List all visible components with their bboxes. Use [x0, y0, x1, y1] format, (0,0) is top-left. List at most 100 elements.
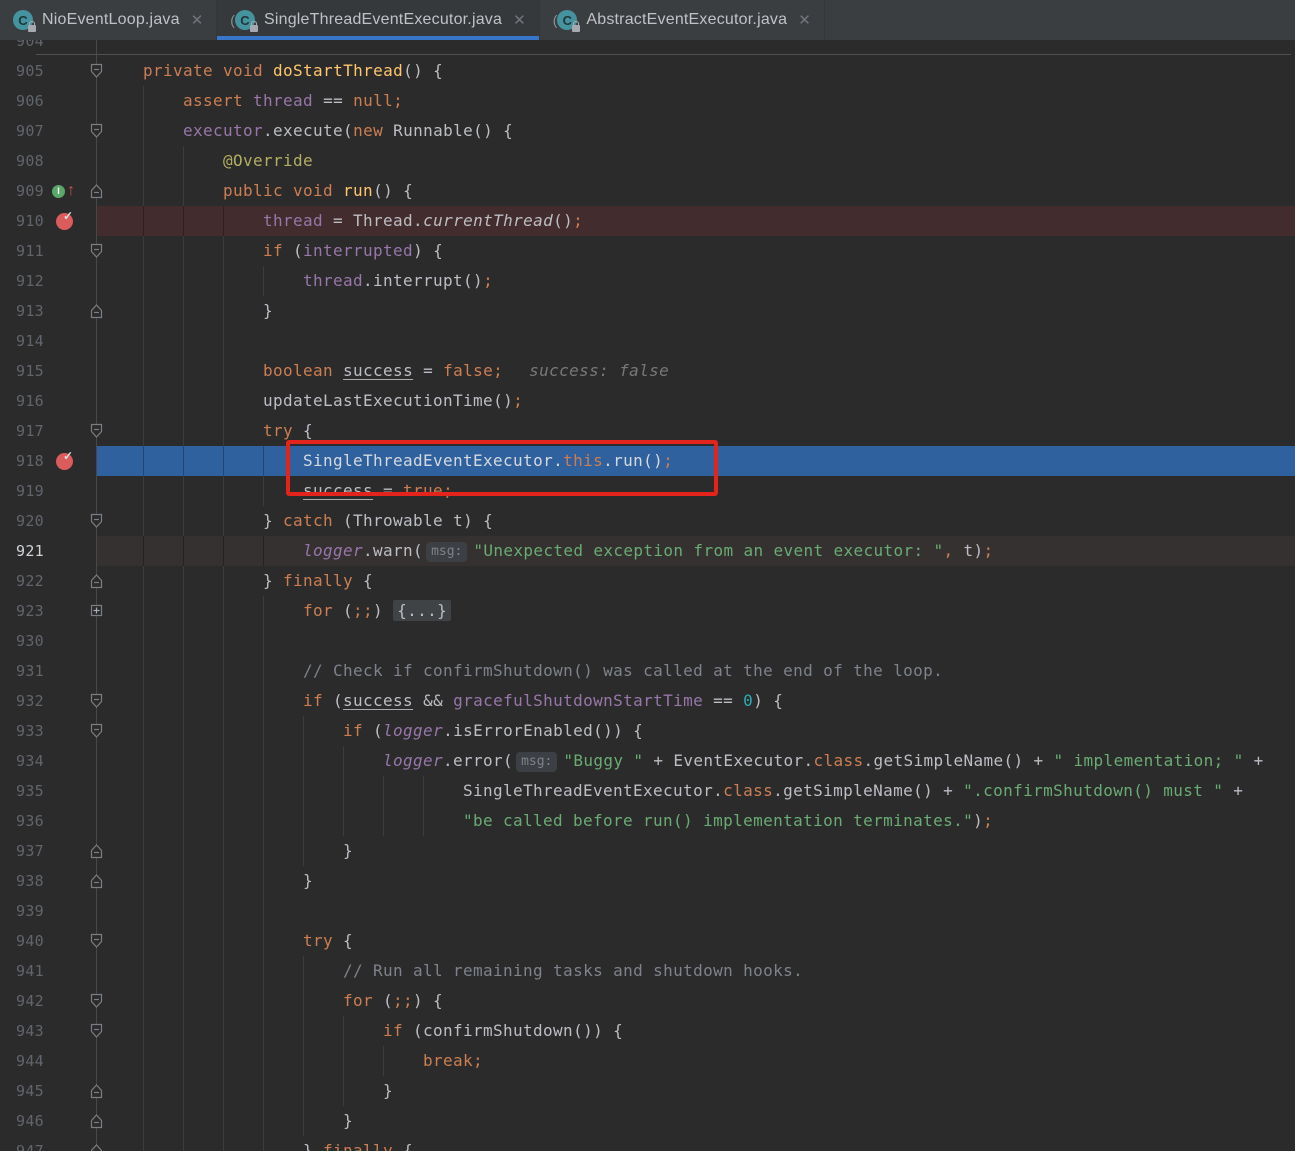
- code-line-933[interactable]: 933if (logger.isErrorEnabled()) {: [0, 716, 1295, 746]
- fold-marker-down-icon[interactable]: [89, 933, 104, 949]
- code-line-943[interactable]: 943if (confirmShutdown()) {: [0, 1016, 1295, 1046]
- code-line-913[interactable]: 913}: [0, 296, 1295, 326]
- line-number[interactable]: 940: [0, 926, 44, 956]
- line-number[interactable]: 905: [0, 56, 44, 86]
- tab-nioeventloop-java[interactable]: CNioEventLoop.java✕: [0, 0, 217, 40]
- fold-marker-down-icon[interactable]: [89, 243, 104, 259]
- line-number[interactable]: 906: [0, 86, 44, 116]
- code-line-930[interactable]: 930: [0, 626, 1295, 656]
- line-number[interactable]: 932: [0, 686, 44, 716]
- line-number[interactable]: 907: [0, 116, 44, 146]
- line-number[interactable]: 936: [0, 806, 44, 836]
- code-line-914[interactable]: 914: [0, 326, 1295, 356]
- code-line-911[interactable]: 911if (interrupted) {: [0, 236, 1295, 266]
- line-number[interactable]: 908: [0, 146, 44, 176]
- overrides-arrow-icon[interactable]: ↑: [67, 179, 75, 203]
- fold-marker-down-icon[interactable]: [89, 693, 104, 709]
- code-line-944[interactable]: 944break;: [0, 1046, 1295, 1076]
- line-number[interactable]: 933: [0, 716, 44, 746]
- code-line-916[interactable]: 916updateLastExecutionTime();: [0, 386, 1295, 416]
- line-number[interactable]: 915: [0, 356, 44, 386]
- line-number[interactable]: 938: [0, 866, 44, 896]
- folded-code-placeholder[interactable]: {...}: [393, 600, 451, 621]
- implementing-method-icon[interactable]: I: [52, 185, 65, 198]
- code-line-946[interactable]: 946}: [0, 1106, 1295, 1136]
- line-number[interactable]: 909: [0, 176, 44, 206]
- code-line-905[interactable]: 905private void doStartThread() {: [0, 56, 1295, 86]
- tab-close-icon[interactable]: ✕: [510, 11, 529, 29]
- code-line-907[interactable]: 907executor.execute(new Runnable() {: [0, 116, 1295, 146]
- code-line-932[interactable]: 932if (success && gracefulShutdownStartT…: [0, 686, 1295, 716]
- code-line-906[interactable]: 906assert thread == null;: [0, 86, 1295, 116]
- line-number[interactable]: 946: [0, 1106, 44, 1136]
- fold-marker-up-icon[interactable]: [89, 843, 104, 859]
- fold-marker-down-icon[interactable]: [89, 993, 104, 1009]
- line-number[interactable]: 930: [0, 626, 44, 656]
- code-line-909[interactable]: 909I↑public void run() {: [0, 176, 1295, 206]
- code-line-935[interactable]: 935SingleThreadEventExecutor.class.getSi…: [0, 776, 1295, 806]
- fold-marker-down-icon[interactable]: [89, 123, 104, 139]
- line-number[interactable]: 913: [0, 296, 44, 326]
- tab-close-icon[interactable]: ✕: [795, 11, 814, 29]
- line-number[interactable]: 939: [0, 896, 44, 926]
- fold-marker-up-icon[interactable]: [89, 1113, 104, 1129]
- code-line-936[interactable]: 936"be called before run() implementatio…: [0, 806, 1295, 836]
- line-number[interactable]: 923: [0, 596, 44, 626]
- code-line-945[interactable]: 945}: [0, 1076, 1295, 1106]
- fold-marker-up-icon[interactable]: [89, 573, 104, 589]
- code-line-941[interactable]: 941// Run all remaining tasks and shutdo…: [0, 956, 1295, 986]
- code-line-940[interactable]: 940try {: [0, 926, 1295, 956]
- line-number[interactable]: 921: [0, 536, 44, 566]
- fold-marker-up-icon[interactable]: [89, 873, 104, 889]
- line-number[interactable]: 941: [0, 956, 44, 986]
- code-line-934[interactable]: 934logger.error(msg:"Buggy " + EventExec…: [0, 746, 1295, 776]
- line-number[interactable]: 912: [0, 266, 44, 296]
- code-line-937[interactable]: 937}: [0, 836, 1295, 866]
- fold-marker-up-icon[interactable]: [89, 303, 104, 319]
- line-number[interactable]: 911: [0, 236, 44, 266]
- fold-marker-up-icon[interactable]: [89, 1083, 104, 1099]
- fold-marker-down-icon[interactable]: [89, 1023, 104, 1039]
- line-number[interactable]: 918: [0, 446, 44, 476]
- code-line-920[interactable]: 920} catch (Throwable t) {: [0, 506, 1295, 536]
- tab-abstracteventexecutor-java[interactable]: (CAbstractEventExecutor.java✕: [540, 0, 825, 40]
- line-number[interactable]: 943: [0, 1016, 44, 1046]
- line-number[interactable]: 914: [0, 326, 44, 356]
- code-line-921[interactable]: 921logger.warn(msg:"Unexpected exception…: [0, 536, 1295, 566]
- fold-marker-up-icon[interactable]: [89, 183, 104, 199]
- line-number[interactable]: 944: [0, 1046, 44, 1076]
- code-line-912[interactable]: 912thread.interrupt();: [0, 266, 1295, 296]
- code-line-915[interactable]: 915boolean success = false;success: fals…: [0, 356, 1295, 386]
- line-number[interactable]: 937: [0, 836, 44, 866]
- line-number[interactable]: 934: [0, 746, 44, 776]
- code-line-923[interactable]: 923for (;;) {...}: [0, 596, 1295, 626]
- tab-close-icon[interactable]: ✕: [188, 11, 207, 29]
- code-line-947[interactable]: 947} finally {: [0, 1136, 1295, 1151]
- code-line-908[interactable]: 908@Override: [0, 146, 1295, 176]
- code-editor[interactable]: 904905private void doStartThread() {906a…: [0, 0, 1295, 1151]
- fold-marker-down-icon[interactable]: [89, 513, 104, 529]
- fold-marker-plus-icon[interactable]: [89, 603, 104, 619]
- tab-singlethreadeventexecutor-java[interactable]: (CSingleThreadEventExecutor.java✕: [217, 0, 539, 40]
- code-line-942[interactable]: 942for (;;) {: [0, 986, 1295, 1016]
- code-line-931[interactable]: 931// Check if confirmShutdown() was cal…: [0, 656, 1295, 686]
- line-number[interactable]: 916: [0, 386, 44, 416]
- line-number[interactable]: 920: [0, 506, 44, 536]
- fold-marker-up-icon[interactable]: [89, 1143, 104, 1151]
- code-line-922[interactable]: 922} finally {: [0, 566, 1295, 596]
- line-number[interactable]: 917: [0, 416, 44, 446]
- line-number[interactable]: 919: [0, 476, 44, 506]
- line-number[interactable]: 947: [0, 1136, 44, 1151]
- fold-marker-down-icon[interactable]: [89, 423, 104, 439]
- line-number[interactable]: 910: [0, 206, 44, 236]
- code-line-938[interactable]: 938}: [0, 866, 1295, 896]
- line-number[interactable]: 935: [0, 776, 44, 806]
- line-number[interactable]: 931: [0, 656, 44, 686]
- code-line-910[interactable]: 910✓thread = Thread.currentThread();: [0, 206, 1295, 236]
- line-number[interactable]: 922: [0, 566, 44, 596]
- line-number[interactable]: 945: [0, 1076, 44, 1106]
- fold-marker-down-icon[interactable]: [89, 723, 104, 739]
- fold-marker-down-icon[interactable]: [89, 63, 104, 79]
- code-line-939[interactable]: 939: [0, 896, 1295, 926]
- line-number[interactable]: 942: [0, 986, 44, 1016]
